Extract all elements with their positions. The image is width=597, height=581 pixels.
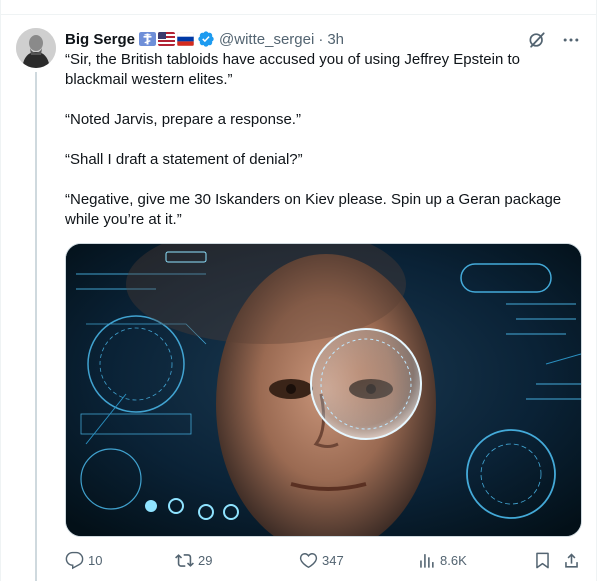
- more-options-icon[interactable]: [561, 30, 581, 50]
- share-button[interactable]: [562, 551, 581, 570]
- author-handle[interactable]: @witte_sergei: [219, 31, 314, 48]
- hud-face-image: [66, 244, 581, 536]
- timeline-border-left: [0, 0, 1, 581]
- thread-line: [35, 72, 37, 581]
- tweet-top-actions: [527, 30, 581, 50]
- tweet-timestamp[interactable]: 3h: [327, 31, 344, 48]
- reply-button[interactable]: 10: [65, 551, 102, 570]
- like-count: 347: [322, 552, 344, 568]
- avatar[interactable]: [16, 28, 56, 68]
- tweet-media-image[interactable]: [65, 243, 582, 537]
- views-button[interactable]: 8.6K: [417, 551, 467, 570]
- orthodox-cross-icon: [139, 32, 157, 46]
- heart-icon: [299, 552, 318, 568]
- avatar-portrait-icon: [16, 28, 56, 68]
- tweet-paragraph: “Shall I draft a statement of denial?”: [65, 151, 303, 168]
- tweet-divider: [0, 14, 597, 15]
- share-icon: [565, 552, 578, 568]
- reply-icon: [65, 551, 84, 569]
- views-count: 8.6K: [440, 552, 467, 568]
- tweet-paragraph: “Noted Jarvis, prepare a response.”: [65, 111, 301, 128]
- author-name[interactable]: Big Serge: [65, 31, 135, 48]
- repost-count: 29: [198, 552, 213, 568]
- separator-dot: ·: [318, 30, 324, 48]
- tweet-text: “Sir, the British tabloids have accused …: [65, 50, 581, 230]
- bookmark-icon: [536, 552, 549, 568]
- tweet-actions-bar: 10 29 347 8.6K: [65, 548, 581, 572]
- views-icon: [420, 553, 434, 568]
- reply-count: 10: [88, 552, 103, 568]
- russia-flag-icon: [177, 32, 195, 46]
- bookmark-button[interactable]: [533, 551, 552, 570]
- repost-icon: [175, 553, 194, 567]
- grok-icon[interactable]: [527, 30, 547, 50]
- tweet-paragraph: “Negative, give me 30 Iskanders on Kiev …: [65, 191, 562, 228]
- tweet-header: Big Serge @witte_sergei · 3h: [65, 28, 344, 50]
- tweet-paragraph: “Sir, the British tabloids have accused …: [65, 51, 520, 88]
- verified-badge-icon[interactable]: [197, 30, 215, 48]
- us-flag-icon: [158, 32, 176, 46]
- repost-button[interactable]: 29: [175, 551, 212, 570]
- profile-badges: [139, 32, 195, 46]
- like-button[interactable]: 347: [299, 551, 344, 570]
